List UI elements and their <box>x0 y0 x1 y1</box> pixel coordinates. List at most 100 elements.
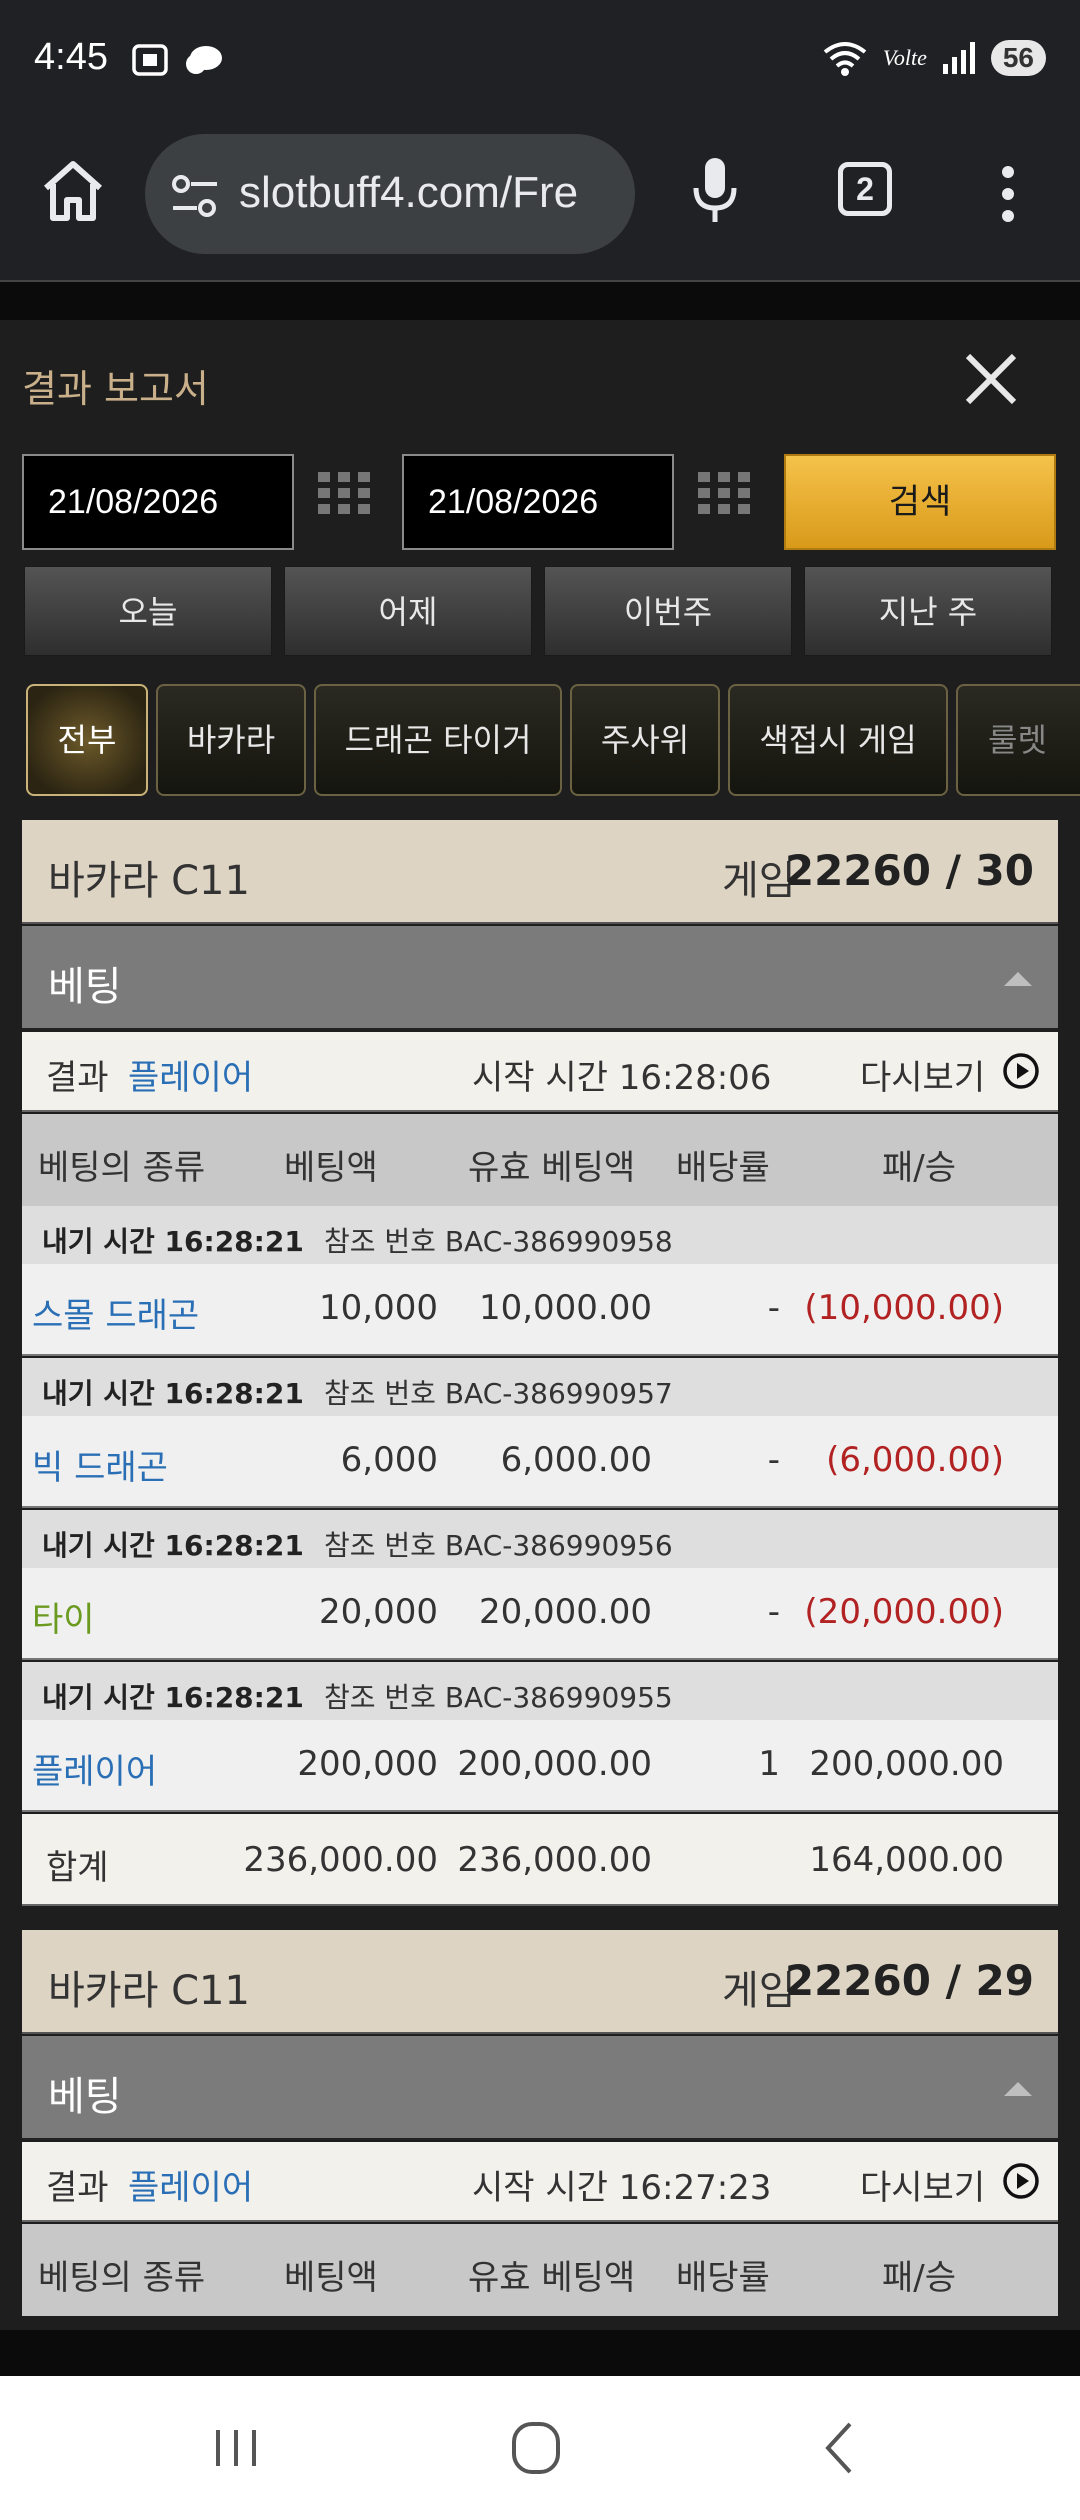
battery-indicator: 56 <box>990 40 1046 76</box>
bet-row: 스몰 드래곤 10,000 10,000.00 - (10,000.00) <box>22 1264 1058 1356</box>
page-background-strip <box>0 280 1080 320</box>
bet-table-header: 베팅의 종류 베팅액 유효 베팅액 배당률 패/승 <box>22 1114 1058 1206</box>
bet-ref: 참조 번호 BAC-386990955 <box>324 1681 673 1714</box>
close-icon[interactable] <box>960 348 1022 410</box>
table-name: 바카라 C11 <box>48 858 250 904</box>
screenshot-icon <box>132 44 168 76</box>
win-loss: (10,000.00) <box>804 1288 1004 1328</box>
start-time: 시작 시간 16:28:06 <box>472 1058 772 1098</box>
collapse-caret-icon[interactable] <box>1004 972 1032 986</box>
bet-amount: 6,000 <box>340 1440 438 1480</box>
odds: 1 <box>758 1744 780 1784</box>
result-report-modal: 결과 보고서 21/08/2026 21/08/2026 검색 오늘 어제 이번… <box>0 320 1080 2330</box>
total-label: 합계 <box>46 1848 109 1888</box>
address-bar[interactable]: slotbuff4.com/Fre <box>145 134 635 254</box>
status-bar: 4:45 Volte 56 <box>0 0 1080 120</box>
bet-time: 내기 시간 16:28:21 <box>42 1377 304 1410</box>
game-number: 22260 / 30 <box>784 846 1034 895</box>
col-odds: 배당률 <box>676 1148 770 1188</box>
betting-section-header[interactable]: 베팅 <box>22 926 1058 1030</box>
filter-roulette[interactable]: 룰렛 <box>956 684 1080 796</box>
bet-ref-row: 내기 시간 16:28:21 참조 번호 BAC-386990957 <box>22 1358 1058 1416</box>
more-menu-icon[interactable] <box>993 164 1023 224</box>
bet-ref-row: 내기 시간 16:28:21 참조 번호 BAC-386990958 <box>22 1206 1058 1264</box>
volte-indicator: Volte <box>882 45 927 70</box>
calendar-icon[interactable] <box>316 470 372 526</box>
tab-switcher-button[interactable]: 2 <box>838 162 892 216</box>
calendar-icon[interactable] <box>696 470 752 526</box>
total-row: 합계 236,000.00 236,000.00 164,000.00 <box>22 1814 1058 1906</box>
mic-icon[interactable] <box>690 156 740 226</box>
date-from-input[interactable]: 21/08/2026 <box>22 454 294 550</box>
filter-baccarat[interactable]: 바카라 <box>156 684 306 796</box>
filter-dragon-tiger[interactable]: 드래곤 타이거 <box>314 684 562 796</box>
filter-dice[interactable]: 주사위 <box>570 684 720 796</box>
cloud-chat-icon <box>186 46 222 74</box>
replay-link[interactable]: 다시보기 <box>860 1050 985 1099</box>
win-loss: (20,000.00) <box>804 1592 1004 1632</box>
url-text[interactable]: slotbuff4.com/Fre <box>239 168 578 218</box>
result-label: 결과 <box>46 2168 109 2208</box>
valid-amount: 10,000.00 <box>478 1288 652 1328</box>
odds: - <box>767 1440 780 1480</box>
quick-range-yesterday[interactable]: 어제 <box>284 566 532 656</box>
table-name: 바카라 C11 <box>48 1968 250 2014</box>
search-button[interactable]: 검색 <box>784 454 1056 550</box>
col-bet-type: 베팅의 종류 <box>38 1148 206 1188</box>
valid-amount: 200,000.00 <box>457 1744 652 1784</box>
quick-range-this-week[interactable]: 이번주 <box>544 566 792 656</box>
quick-range-today[interactable]: 오늘 <box>24 566 272 656</box>
result-value: 플레이어 <box>128 1058 254 1098</box>
play-icon[interactable] <box>1002 1052 1040 1090</box>
valid-amount: 6,000.00 <box>500 1440 652 1480</box>
bet-row: 플레이어 200,000 200,000.00 1 200,000.00 <box>22 1720 1058 1812</box>
page-bottom-strip <box>0 2330 1080 2376</box>
col-bet-amount: 베팅액 <box>284 2258 378 2298</box>
filter-color-plate[interactable]: 색접시 게임 <box>728 684 948 796</box>
quick-range-last-week[interactable]: 지난 주 <box>804 566 1052 656</box>
win-loss: (6,000.00) <box>826 1440 1004 1480</box>
col-win-loss: 패/승 <box>882 1148 957 1188</box>
replay-link[interactable]: 다시보기 <box>860 2160 985 2209</box>
play-icon[interactable] <box>1002 2162 1040 2200</box>
bet-type: 타이 <box>32 1600 95 1640</box>
betting-label: 베팅 <box>48 964 122 1010</box>
game-number: 22260 / 29 <box>784 1956 1034 2005</box>
bet-type: 스몰 드래곤 <box>32 1296 200 1336</box>
betting-label: 베팅 <box>48 2074 122 2120</box>
status-time: 4:45 <box>34 36 108 78</box>
bet-ref: 참조 번호 BAC-386990958 <box>324 1225 673 1258</box>
site-settings-icon[interactable] <box>169 170 221 222</box>
result-label: 결과 <box>46 1058 109 1098</box>
col-valid-amount: 유효 베팅액 <box>468 1148 636 1188</box>
betting-section-header[interactable]: 베팅 <box>22 2036 1058 2140</box>
total-win-loss: 164,000.00 <box>809 1840 1004 1880</box>
start-time: 시작 시간 16:27:23 <box>472 2168 772 2208</box>
signal-icon <box>942 42 975 74</box>
bet-table-header: 베팅의 종류 베팅액 유효 베팅액 배당률 패/승 <box>22 2224 1058 2316</box>
date-to-input[interactable]: 21/08/2026 <box>402 454 674 550</box>
col-valid-amount: 유효 베팅액 <box>468 2258 636 2298</box>
game-filter-tabs: 전부 바카라 드래곤 타이거 주사위 색접시 게임 룰렛 <box>0 680 1080 800</box>
system-nav-bar <box>0 2376 1080 2520</box>
home-icon[interactable] <box>40 158 106 224</box>
home-nav-icon[interactable] <box>496 2416 576 2480</box>
collapse-caret-icon[interactable] <box>1004 2082 1032 2096</box>
modal-title: 결과 보고서 <box>22 367 209 411</box>
recent-apps-icon[interactable] <box>196 2416 276 2480</box>
total-valid-amount: 236,000.00 <box>457 1840 652 1880</box>
bet-time: 내기 시간 16:28:21 <box>42 1225 304 1258</box>
bet-amount: 10,000 <box>319 1288 438 1328</box>
odds: - <box>767 1288 780 1328</box>
filter-all[interactable]: 전부 <box>26 684 148 796</box>
game-card-header: 바카라 C11 게임 22260 / 30 <box>22 820 1058 924</box>
odds: - <box>767 1592 780 1632</box>
col-win-loss: 패/승 <box>882 2258 957 2298</box>
browser-toolbar: slotbuff4.com/Fre 2 <box>0 120 1080 280</box>
back-icon[interactable] <box>800 2416 880 2480</box>
bet-ref-row: 내기 시간 16:28:21 참조 번호 BAC-386990955 <box>22 1662 1058 1720</box>
col-odds: 배당률 <box>676 2258 770 2298</box>
result-row: 결과 플레이어 시작 시간 16:27:23 다시보기 <box>22 2142 1058 2222</box>
bet-ref: 참조 번호 BAC-386990957 <box>324 1377 673 1410</box>
bet-time: 내기 시간 16:28:21 <box>42 1529 304 1562</box>
